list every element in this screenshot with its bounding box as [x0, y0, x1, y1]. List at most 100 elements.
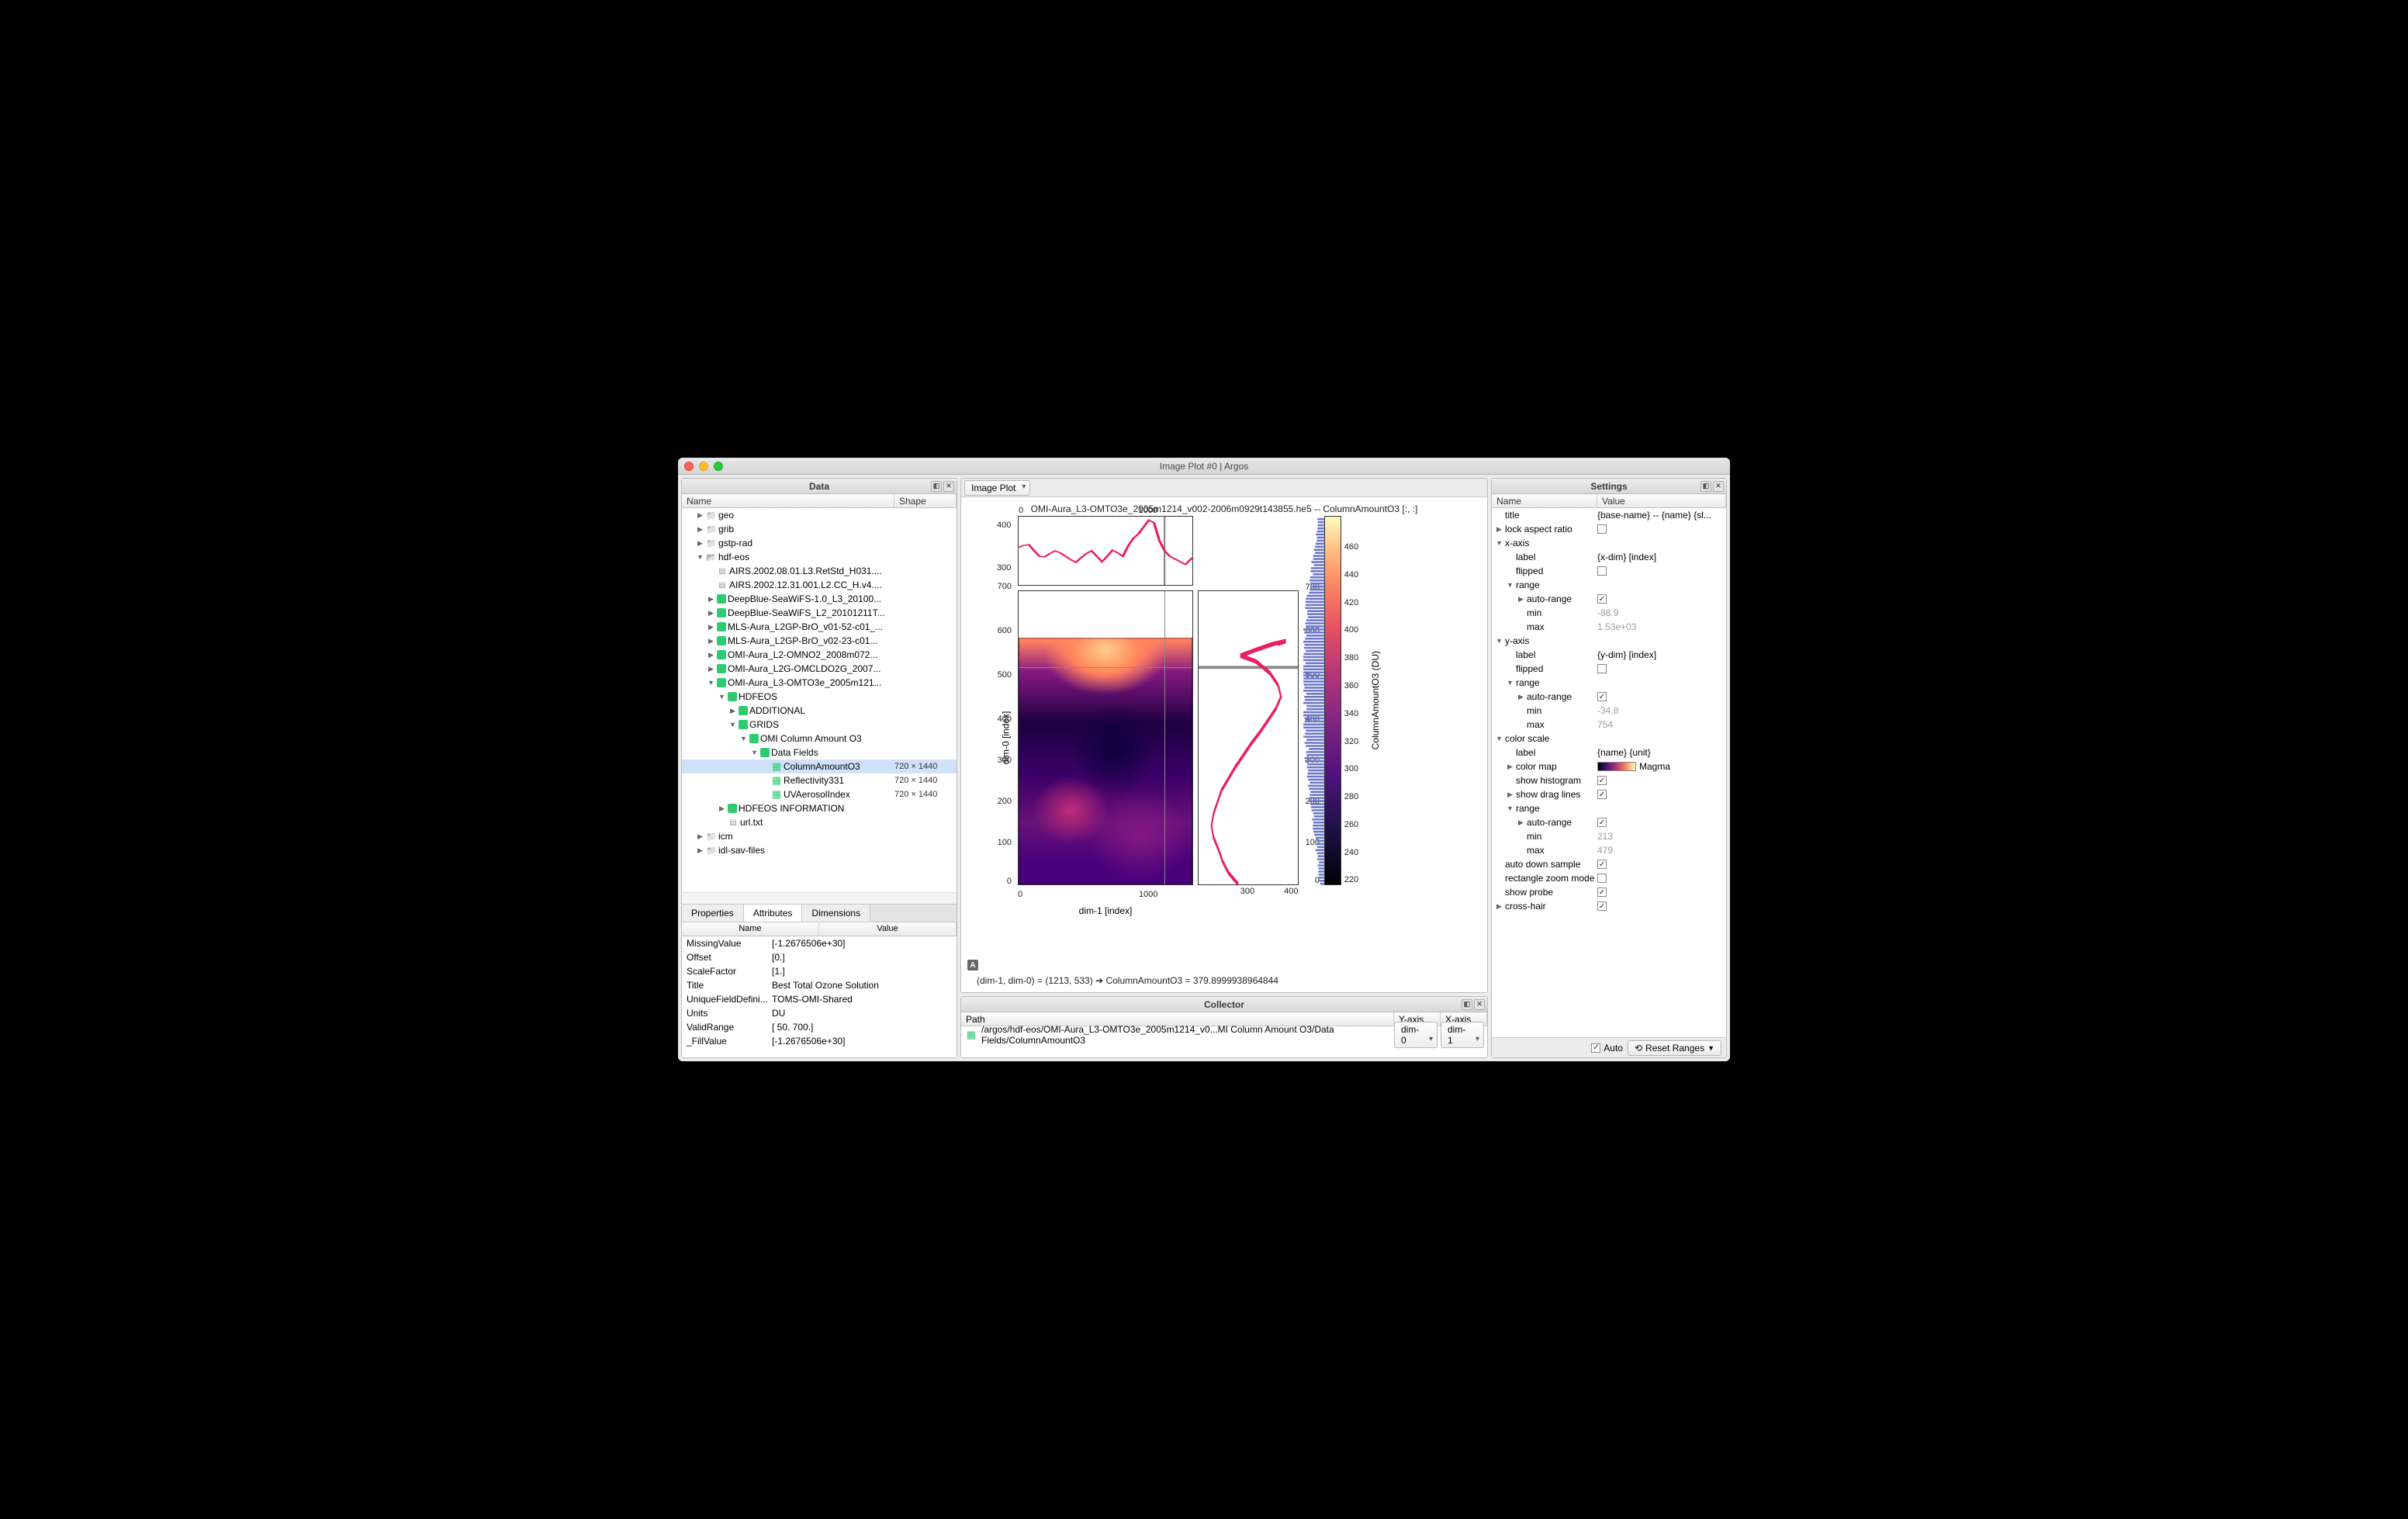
- checkbox[interactable]: [1597, 860, 1607, 869]
- tree-row[interactable]: Data Fields: [682, 746, 957, 760]
- setting-value[interactable]: [1597, 692, 1726, 701]
- disclosure-triangle-icon[interactable]: [718, 804, 726, 813]
- setting-value[interactable]: [1597, 874, 1726, 883]
- tree-row[interactable]: ADDITIONAL: [682, 704, 957, 718]
- checkbox[interactable]: [1597, 818, 1607, 827]
- settings-row[interactable]: min213: [1492, 829, 1726, 843]
- attribute-row[interactable]: TitleBest Total Ozone Solution: [682, 978, 957, 992]
- setting-value[interactable]: Magma: [1597, 761, 1726, 772]
- attribute-row[interactable]: MissingValue[-1.2676506e+30]: [682, 936, 957, 950]
- crosshair-v[interactable]: [1164, 591, 1165, 884]
- settings-row[interactable]: auto-range: [1492, 815, 1726, 829]
- undock-icon[interactable]: ◧: [1700, 481, 1711, 492]
- reset-ranges-button[interactable]: ⟲ Reset Ranges ▼: [1628, 1040, 1721, 1056]
- inspector-dropdown[interactable]: Image Plot: [964, 480, 1030, 496]
- tree-row[interactable]: AIRS.2002.08.01.L3.RetStd_H031....: [682, 564, 957, 578]
- settings-row[interactable]: max1.53e+03: [1492, 620, 1726, 634]
- tree-row[interactable]: OMI Column Amount O3: [682, 732, 957, 746]
- settings-col-value[interactable]: Value: [1597, 494, 1726, 507]
- tree-row[interactable]: hdf-eos: [682, 550, 957, 564]
- setting-value[interactable]: [1597, 790, 1726, 799]
- top-profile-plot[interactable]: 0 1000 400 300: [1018, 516, 1193, 586]
- undock-icon[interactable]: ◧: [1462, 999, 1472, 1010]
- attribute-row[interactable]: UniqueFieldDefini...TOMS-OMI-Shared: [682, 992, 957, 1006]
- settings-row[interactable]: min-34.8: [1492, 704, 1726, 718]
- tree-row[interactable]: ColumnAmountO3720 × 1440: [682, 760, 957, 773]
- settings-row[interactable]: max754: [1492, 718, 1726, 732]
- checkbox[interactable]: [1597, 874, 1607, 883]
- disclosure-triangle-icon[interactable]: [707, 623, 715, 631]
- attr-col-name[interactable]: Name: [682, 922, 819, 936]
- settings-row[interactable]: range: [1492, 578, 1726, 592]
- settings-row[interactable]: x-axis: [1492, 536, 1726, 550]
- tree-row[interactable]: DeepBlue-SeaWiFS_L2_20101211T...: [682, 606, 957, 620]
- checkbox[interactable]: [1597, 594, 1607, 604]
- disclosure-triangle-icon[interactable]: [739, 735, 748, 742]
- settings-row[interactable]: range: [1492, 801, 1726, 815]
- settings-row[interactable]: auto-range: [1492, 592, 1726, 606]
- setting-value[interactable]: {name} {unit}: [1597, 747, 1726, 758]
- settings-row[interactable]: color scale: [1492, 732, 1726, 746]
- setting-value[interactable]: [1597, 566, 1726, 576]
- disclosure-triangle-icon[interactable]: [728, 721, 737, 728]
- close-panel-icon[interactable]: ✕: [1474, 999, 1485, 1010]
- setting-value[interactable]: [1597, 888, 1726, 897]
- tree-row[interactable]: UVAerosolIndex720 × 1440: [682, 787, 957, 801]
- tree-row[interactable]: Reflectivity331720 × 1440: [682, 773, 957, 787]
- tab-dimensions[interactable]: Dimensions: [802, 905, 870, 922]
- checkbox[interactable]: [1597, 888, 1607, 897]
- disclosure-triangle-icon[interactable]: [696, 832, 704, 841]
- settings-row[interactable]: lock aspect ratio: [1492, 522, 1726, 536]
- disclosure-triangle-icon[interactable]: [1495, 902, 1503, 911]
- checkbox[interactable]: [1597, 566, 1607, 576]
- settings-row[interactable]: show probe: [1492, 885, 1726, 899]
- colorbar[interactable]: 220240260280300320340360380400420440460 …: [1303, 516, 1381, 885]
- settings-row[interactable]: range: [1492, 676, 1726, 690]
- tree-row[interactable]: DeepBlue-SeaWiFS-1.0_L3_20100...: [682, 592, 957, 606]
- settings-col-name[interactable]: Name: [1492, 494, 1597, 507]
- settings-row[interactable]: flipped: [1492, 662, 1726, 676]
- disclosure-triangle-icon[interactable]: [1517, 595, 1525, 604]
- attr-col-value[interactable]: Value: [819, 922, 957, 936]
- disclosure-triangle-icon[interactable]: [1506, 679, 1514, 687]
- setting-value[interactable]: [1597, 776, 1726, 785]
- disclosure-triangle-icon[interactable]: [707, 651, 715, 659]
- auto-checkbox[interactable]: Auto: [1591, 1043, 1623, 1054]
- checkbox[interactable]: [1597, 776, 1607, 785]
- settings-row[interactable]: label{x-dim} [index]: [1492, 550, 1726, 564]
- disclosure-triangle-icon[interactable]: [1517, 693, 1525, 701]
- tree-row[interactable]: idl-sav-files: [682, 843, 957, 857]
- setting-value[interactable]: [1597, 524, 1726, 534]
- disclosure-triangle-icon[interactable]: [696, 553, 704, 561]
- disclosure-triangle-icon[interactable]: [1506, 791, 1514, 799]
- attribute-row[interactable]: UnitsDU: [682, 1006, 957, 1020]
- tree-row[interactable]: MLS-Aura_L2GP-BrO_v02-23-c01...: [682, 634, 957, 648]
- settings-row[interactable]: title{base-name} -- {name} {sl...: [1492, 508, 1726, 522]
- attribute-row[interactable]: ScaleFactor[1.]: [682, 964, 957, 978]
- col-name[interactable]: Name: [682, 494, 894, 507]
- side-profile-plot[interactable]: 700 600 500 400 300 200 100 0 300 400: [1198, 590, 1299, 885]
- disclosure-triangle-icon[interactable]: [696, 511, 704, 520]
- disclosure-triangle-icon[interactable]: [1495, 539, 1503, 547]
- disclosure-triangle-icon[interactable]: [707, 679, 715, 687]
- settings-row[interactable]: auto down sample: [1492, 857, 1726, 871]
- setting-value[interactable]: {x-dim} [index]: [1597, 552, 1726, 562]
- disclosure-triangle-icon[interactable]: [1495, 637, 1503, 645]
- crosshair-h[interactable]: [1019, 667, 1192, 668]
- plot-area[interactable]: OMI-Aura_L3-OMTO3e_2005m1214_v002-2006m0…: [961, 497, 1487, 992]
- xaxis-dropdown[interactable]: dim-1: [1441, 1022, 1484, 1048]
- disclosure-triangle-icon[interactable]: [696, 539, 704, 548]
- disclosure-triangle-icon[interactable]: [696, 525, 704, 534]
- tree-row[interactable]: HDFEOS: [682, 690, 957, 704]
- close-panel-icon[interactable]: ✕: [943, 481, 954, 492]
- disclosure-triangle-icon[interactable]: [1506, 804, 1514, 812]
- main-heatmap[interactable]: [1018, 590, 1193, 885]
- checkbox[interactable]: [1597, 524, 1607, 534]
- settings-tree[interactable]: title{base-name} -- {name} {sl...lock as…: [1492, 508, 1726, 1037]
- tree-row[interactable]: HDFEOS INFORMATION: [682, 801, 957, 815]
- disclosure-triangle-icon[interactable]: [707, 665, 715, 673]
- setting-value[interactable]: [1597, 818, 1726, 827]
- settings-row[interactable]: flipped: [1492, 564, 1726, 578]
- disclosure-triangle-icon[interactable]: [707, 595, 715, 604]
- disclosure-triangle-icon[interactable]: [750, 749, 759, 756]
